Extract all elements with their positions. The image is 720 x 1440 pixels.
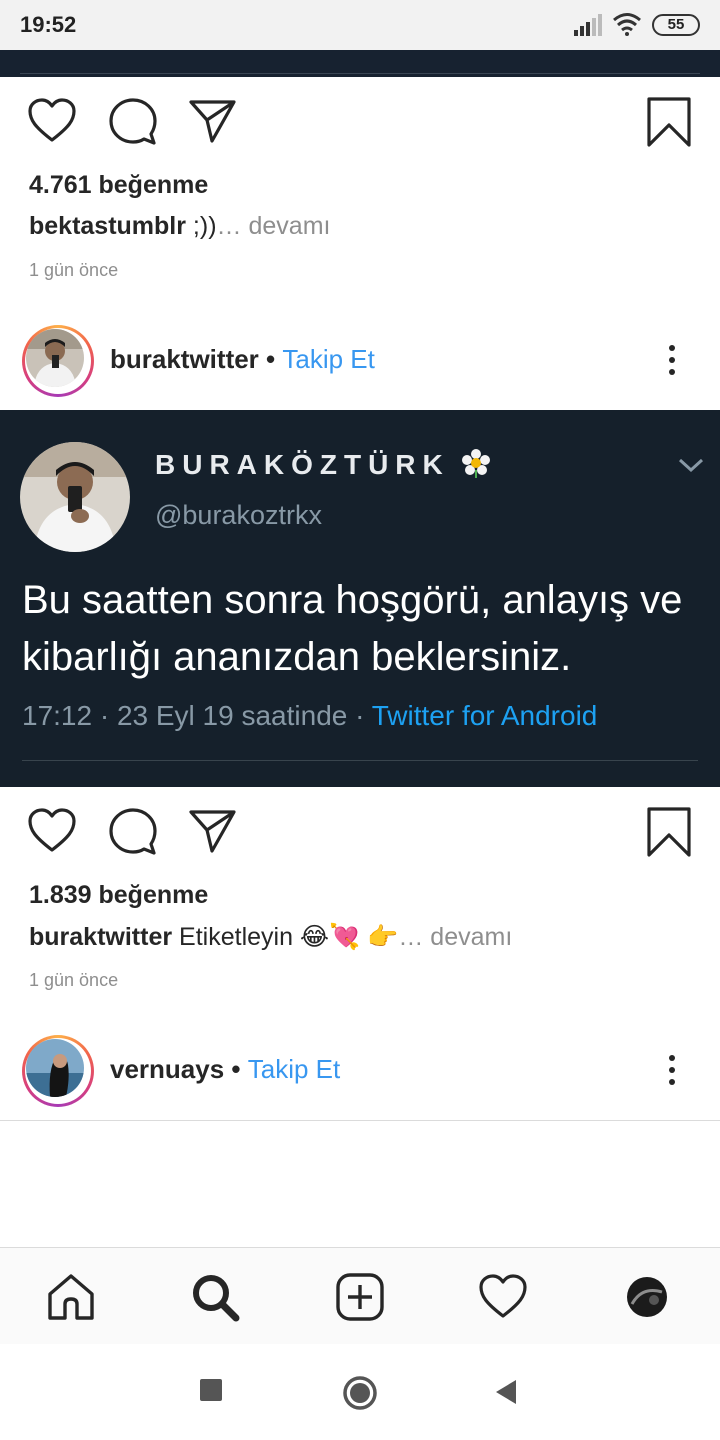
tweet-divider xyxy=(22,760,698,761)
search-icon[interactable] xyxy=(190,1272,240,1327)
comment-icon[interactable] xyxy=(108,96,158,151)
post2-avatar[interactable] xyxy=(22,325,94,397)
post1-caption[interactable]: bektastumblr ;))… devamı xyxy=(29,212,330,241)
battery-indicator: 55 xyxy=(652,14,700,36)
avatar-photo xyxy=(26,1039,84,1097)
more-options-icon[interactable] xyxy=(660,1052,684,1088)
like-heart-icon[interactable] xyxy=(27,806,77,861)
post3-avatar[interactable] xyxy=(22,1035,94,1107)
share-icon[interactable] xyxy=(188,806,238,861)
tweet-text: Bu saatten sonra hoşgörü, anlayış ve kib… xyxy=(22,578,683,679)
tweet-avatar xyxy=(20,442,130,552)
avatar-photo xyxy=(26,329,84,387)
home-circle-icon[interactable] xyxy=(342,1375,378,1416)
signal-icon xyxy=(574,14,604,41)
tweet-timestamp: 17:12 · 23 Eyl 19 saatinde · xyxy=(22,700,372,731)
post3-header: vernuays • Takip Et xyxy=(0,1030,720,1110)
save-bookmark-icon[interactable] xyxy=(646,806,692,863)
caption-more-link[interactable]: … devamı xyxy=(217,212,331,240)
flower-emoji-icon xyxy=(461,449,490,478)
caption-text: Etiketleyin 😂💘 👉 xyxy=(172,923,399,951)
tweet-display-name: BURAKÖZTÜRK xyxy=(155,448,491,481)
previous-post-image[interactable] xyxy=(0,50,720,77)
back-triangle-icon[interactable] xyxy=(494,1379,518,1410)
new-post-icon[interactable] xyxy=(335,1272,385,1327)
caption-more-link[interactable]: … devamı xyxy=(398,923,512,951)
caption-username[interactable]: bektastumblr xyxy=(29,212,186,240)
post1-actions xyxy=(0,96,720,176)
post2-username[interactable]: buraktwitter xyxy=(110,344,259,374)
post3-follow-button[interactable]: Takip Et xyxy=(248,1054,341,1084)
system-navigation-bar xyxy=(0,1344,720,1440)
save-bookmark-icon[interactable] xyxy=(646,96,692,153)
post2-like-count[interactable]: 1.839 beğenme xyxy=(29,881,208,910)
like-heart-icon[interactable] xyxy=(27,96,77,151)
post2-follow-button[interactable]: Takip Et xyxy=(282,344,375,374)
profile-avatar[interactable] xyxy=(626,1276,668,1323)
wifi-icon xyxy=(612,12,642,41)
feed-divider xyxy=(0,1120,720,1121)
bottom-tab-bar xyxy=(0,1247,720,1344)
post2-username-line: buraktwitter • Takip Et xyxy=(110,344,375,374)
status-time: 19:52 xyxy=(20,12,77,37)
caption-text: ;)) xyxy=(185,212,217,240)
more-options-icon[interactable] xyxy=(660,342,684,378)
comment-icon[interactable] xyxy=(108,806,158,861)
post1-timestamp: 1 gün önce xyxy=(29,260,119,280)
status-bar: 19:52 55 xyxy=(0,0,720,50)
post2-caption[interactable]: buraktwitter Etiketleyin 😂💘 👉… devamı xyxy=(29,922,512,952)
tweet-source: Twitter for Android xyxy=(371,700,598,731)
recents-square-icon[interactable] xyxy=(199,1378,223,1407)
home-icon[interactable] xyxy=(46,1272,96,1327)
post2-header: buraktwitter • Takip Et xyxy=(0,320,720,400)
post1-like-count[interactable]: 4.761 beğenme xyxy=(29,171,208,200)
activity-heart-icon[interactable] xyxy=(478,1272,528,1327)
tweet-meta: 17:12 · 23 Eyl 19 saatinde · Twitter for… xyxy=(22,700,597,732)
post2-image-tweet[interactable]: BURAKÖZTÜRK @burakoztrkx Bu saatten sonr… xyxy=(0,410,720,787)
post2-timestamp: 1 gün önce xyxy=(29,970,119,990)
tweet-handle: @burakoztrkx xyxy=(155,500,322,530)
post3-username-line: vernuays • Takip Et xyxy=(110,1054,341,1084)
chevron-down-icon xyxy=(678,457,704,478)
share-icon[interactable] xyxy=(188,96,238,151)
post2-actions xyxy=(0,806,720,886)
post3-username[interactable]: vernuays xyxy=(110,1054,224,1084)
caption-username[interactable]: buraktwitter xyxy=(29,923,172,951)
